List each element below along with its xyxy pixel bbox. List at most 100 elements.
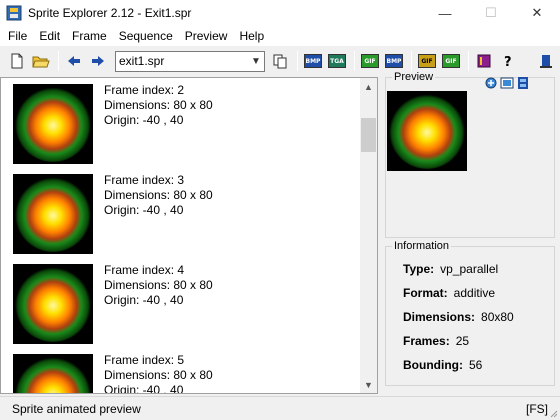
- help-book-button[interactable]: [473, 50, 495, 72]
- export-bmp-alt-button[interactable]: BMP: [383, 50, 405, 72]
- scroll-down-icon[interactable]: ▼: [360, 376, 377, 393]
- sprite-thumbnail: [13, 84, 93, 164]
- book-icon: [477, 54, 491, 68]
- toolbar-separator: [411, 51, 412, 71]
- info-type-label: Type:: [403, 262, 435, 276]
- export-tga-button[interactable]: TGA: [326, 50, 348, 72]
- back-button[interactable]: [63, 50, 85, 72]
- zoom-button[interactable]: [484, 76, 498, 90]
- toolbar-separator: [297, 51, 298, 71]
- forward-arrow-icon: [92, 56, 104, 66]
- gif-icon: GIF: [361, 54, 379, 68]
- new-file-icon: [11, 53, 23, 69]
- preview-panel: Preview: [385, 71, 555, 238]
- frame-row[interactable]: Frame index: 4 Dimensions: 80 x 80 Origi…: [1, 258, 361, 348]
- sprite-thumbnail: [13, 174, 93, 254]
- gif-alt-icon: GIF: [442, 54, 460, 68]
- forward-button[interactable]: [87, 50, 109, 72]
- menu-bar: File Edit Frame Sequence Preview Help: [0, 26, 560, 46]
- info-bounding-value: 56: [468, 358, 483, 372]
- sprite-preview: [387, 91, 467, 171]
- filmstrip-icon: [518, 77, 528, 89]
- menu-help[interactable]: Help: [233, 26, 270, 46]
- frame-row[interactable]: Frame index: 3 Dimensions: 80 x 80 Origi…: [1, 168, 361, 258]
- toolbar: exit1.spr ▼ BMP TGA GIF BMP GIF GIF ?: [0, 47, 560, 75]
- toolbar-separator: [354, 51, 355, 71]
- exit-button[interactable]: [535, 50, 557, 72]
- preview-controls: [482, 76, 530, 90]
- resize-grip-icon[interactable]: [548, 408, 558, 418]
- sprite-thumbnail: [13, 354, 93, 393]
- copy-button[interactable]: [269, 50, 291, 72]
- information-panel: Information Type: vp_parallel Format: addi…: [385, 240, 555, 386]
- info-type-value: vp_parallel: [440, 262, 499, 276]
- info-frames-row: Frames: 25: [403, 334, 469, 348]
- chevron-down-icon[interactable]: ▼: [248, 56, 264, 67]
- fit-button[interactable]: [500, 76, 514, 90]
- frame-dimensions-label: Dimensions: 80 x 80: [104, 98, 213, 112]
- frame-list[interactable]: Frame index: 2 Dimensions: 80 x 80 Origi…: [0, 77, 378, 394]
- svg-text:?: ?: [504, 55, 512, 69]
- status-bar: Sprite animated preview [FS]: [0, 396, 560, 420]
- import-gif-button[interactable]: GIF: [416, 50, 438, 72]
- info-frames-value: 25: [455, 334, 470, 348]
- tga-icon: TGA: [328, 54, 346, 68]
- window-title: Sprite Explorer 2.12 - Exit1.spr: [28, 6, 192, 20]
- exit-door-icon: [540, 55, 552, 68]
- frame-origin-label: Origin: -40 , 40: [104, 383, 184, 394]
- bmp-icon: BMP: [304, 54, 322, 68]
- export-gif-alt-button[interactable]: GIF: [440, 50, 462, 72]
- help-question-button[interactable]: ?: [497, 50, 519, 72]
- fit-icon: [500, 77, 514, 89]
- file-combo-value: exit1.spr: [119, 54, 165, 68]
- frame-origin-label: Origin: -40 , 40: [104, 293, 184, 307]
- file-combo[interactable]: exit1.spr ▼: [115, 50, 265, 72]
- menu-file[interactable]: File: [2, 26, 33, 46]
- frame-index-label: Frame index: 5: [104, 353, 185, 367]
- frame-dimensions-label: Dimensions: 80 x 80: [104, 188, 213, 202]
- close-button[interactable]: ✕: [514, 0, 560, 26]
- minimize-button[interactable]: —: [422, 0, 468, 26]
- frame-row[interactable]: Frame index: 2 Dimensions: 80 x 80 Origi…: [1, 78, 361, 168]
- export-gif-button[interactable]: GIF: [359, 50, 381, 72]
- scrollbar-thumb[interactable]: [361, 118, 376, 152]
- information-title: Information: [392, 240, 452, 252]
- back-arrow-icon: [68, 56, 80, 66]
- bmp-alt-icon: BMP: [385, 54, 403, 68]
- info-bounding-label: Bounding:: [403, 358, 463, 372]
- menu-preview[interactable]: Preview: [179, 26, 234, 46]
- status-text: Sprite animated preview: [12, 401, 141, 416]
- question-icon: ?: [504, 55, 512, 69]
- frame-dimensions-label: Dimensions: 80 x 80: [104, 278, 213, 292]
- vertical-scrollbar[interactable]: ▲ ▼: [360, 78, 377, 393]
- info-dimensions-label: Dimensions:: [403, 310, 476, 324]
- preview-title: Preview: [392, 71, 436, 83]
- frame-index-label: Frame index: 2: [104, 83, 185, 97]
- copy-icon: [273, 54, 287, 69]
- info-dimensions-value: 80x80: [481, 310, 514, 324]
- open-folder-button[interactable]: [30, 50, 52, 72]
- menu-sequence[interactable]: Sequence: [113, 26, 179, 46]
- menu-frame[interactable]: Frame: [66, 26, 113, 46]
- info-format-value: additive: [453, 286, 496, 300]
- app-icon: [6, 5, 22, 21]
- frame-index-label: Frame index: 3: [104, 173, 185, 187]
- open-folder-icon: [32, 56, 50, 68]
- menu-edit[interactable]: Edit: [33, 26, 66, 46]
- new-file-button[interactable]: [6, 50, 28, 72]
- sprite-thumbnail: [13, 264, 93, 344]
- frame-origin-label: Origin: -40 , 40: [104, 203, 184, 217]
- info-frames-label: Frames:: [403, 334, 450, 348]
- info-dimensions-row: Dimensions: 80x80: [403, 310, 514, 324]
- filmstrip-button[interactable]: [516, 76, 530, 90]
- frame-origin-label: Origin: -40 , 40: [104, 113, 184, 127]
- frame-dimensions-label: Dimensions: 80 x 80: [104, 368, 213, 382]
- toolbar-separator: [468, 51, 469, 71]
- info-type-row: Type: vp_parallel: [403, 262, 498, 276]
- frame-row[interactable]: Frame index: 5 Dimensions: 80 x 80 Origi…: [1, 348, 361, 394]
- scroll-up-icon[interactable]: ▲: [360, 78, 377, 95]
- toolbar-separator: [58, 51, 59, 71]
- maximize-button[interactable]: ☐: [468, 0, 514, 26]
- info-bounding-row: Bounding: 56: [403, 358, 482, 372]
- export-bmp-button[interactable]: BMP: [302, 50, 324, 72]
